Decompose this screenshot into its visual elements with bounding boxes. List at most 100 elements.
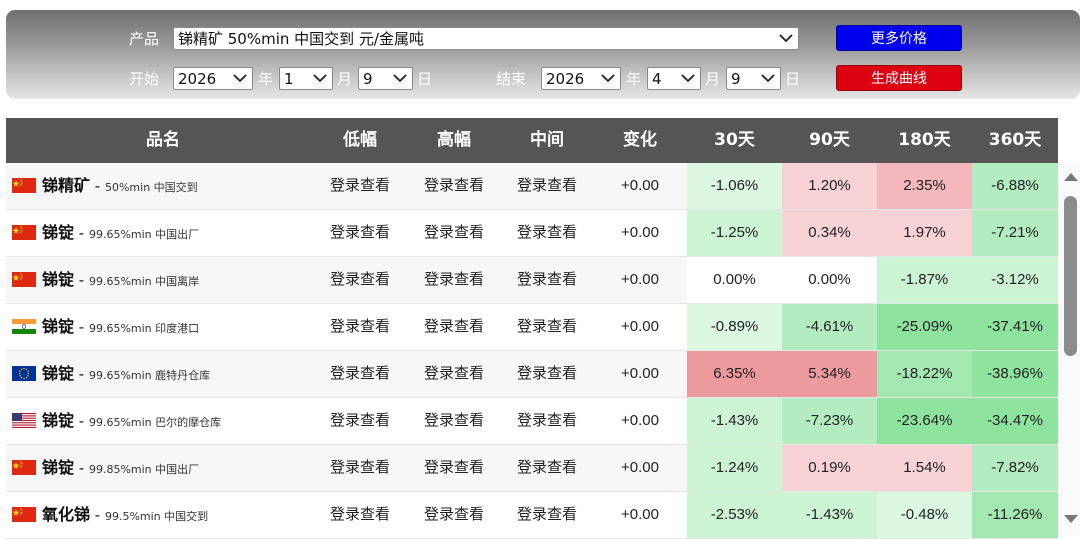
product-title: 锑锭	[42, 223, 75, 242]
change-360d-cell: -37.41%	[972, 304, 1058, 350]
separator: -	[90, 506, 105, 524]
price-low-cell[interactable]: 登录查看	[313, 445, 407, 491]
table-row: 锑锭 - 99.65%min 中国离岸 登录查看 登录查看 登录查看 +0.00 0.00…	[6, 257, 1058, 304]
separator: -	[74, 412, 89, 430]
price-mid-cell[interactable]: 登录查看	[500, 304, 594, 350]
price-high-cell[interactable]: 登录查看	[407, 398, 501, 444]
product-title: 锑锭	[42, 458, 75, 477]
start-year-select[interactable]: 2026	[173, 67, 253, 90]
change-90d-cell: -4.61%	[782, 304, 877, 350]
price-mid-cell[interactable]: 登录查看	[500, 210, 594, 256]
column-header-30d: 30天	[714, 130, 755, 150]
product-name[interactable]: 锑锭 - 99.65%min 中国离岸	[42, 257, 199, 305]
product-name-cell[interactable]: 锑锭 - 99.85%min 中国出厂	[6, 445, 306, 491]
change-360d-cell: -6.88%	[972, 163, 1058, 209]
product-name[interactable]: 锑锭 - 99.65%min 印度港口	[42, 304, 199, 352]
column-header-high: 高幅	[437, 130, 471, 150]
price-high-cell[interactable]: 登录查看	[407, 445, 501, 491]
start-label: 开始	[129, 70, 160, 88]
start-month-value: 1	[284, 70, 294, 88]
product-name[interactable]: 氧化锑 - 99.5%min 中国交到	[42, 492, 208, 540]
change-180d-cell: 1.54%	[877, 445, 972, 491]
end-year-select[interactable]: 2026	[541, 67, 621, 90]
product-name-cell[interactable]: 锑精矿 - 50%min 中国交到	[6, 163, 306, 209]
scroll-up-arrow-icon[interactable]	[1064, 173, 1078, 181]
change-90d-cell: -7.23%	[782, 398, 877, 444]
price-mid-cell[interactable]: 登录查看	[500, 257, 594, 303]
change-360d-cell: -38.96%	[972, 351, 1058, 397]
chevron-down-icon	[681, 74, 695, 83]
price-mid-cell[interactable]: 登录查看	[500, 492, 594, 538]
separator: -	[74, 365, 89, 383]
price-low-cell[interactable]: 登录查看	[313, 492, 407, 538]
table-row: 锑锭 - 99.65%min 巴尔的摩仓库 登录查看 登录查看 登录查看 +0.00 -1…	[6, 398, 1058, 445]
product-label: 产品	[129, 30, 160, 48]
product-select[interactable]: 锑精矿 50%min 中国交到 元/金属吨	[173, 27, 799, 50]
product-name-cell[interactable]: 锑锭 - 99.65%min 中国离岸	[6, 257, 306, 303]
change-180d-cell: 2.35%	[877, 163, 972, 209]
end-month-select[interactable]: 4	[647, 67, 701, 90]
product-name[interactable]: 锑精矿 - 50%min 中国交到	[42, 163, 198, 211]
price-mid-cell[interactable]: 登录查看	[500, 445, 594, 491]
scrollbar-thumb[interactable]	[1064, 196, 1077, 356]
price-high-cell[interactable]: 登录查看	[407, 210, 501, 256]
price-high-cell[interactable]: 登录查看	[407, 351, 501, 397]
end-day-select[interactable]: 9	[726, 67, 781, 90]
start-day-select[interactable]: 9	[358, 67, 413, 90]
change-360d-cell: -3.12%	[972, 257, 1058, 303]
chevron-down-icon	[313, 74, 327, 83]
price-low-cell[interactable]: 登录查看	[313, 398, 407, 444]
product-name[interactable]: 锑锭 - 99.65%min 鹿特丹仓库	[42, 351, 210, 399]
change-30d-cell: 6.35%	[687, 351, 782, 397]
product-spec: 99.65%min 中国离岸	[88, 275, 200, 288]
price-high-cell[interactable]: 登录查看	[407, 304, 501, 350]
product-title: 锑锭	[42, 270, 75, 289]
price-mid-cell[interactable]: 登录查看	[500, 351, 594, 397]
price-low-cell[interactable]: 登录查看	[313, 210, 407, 256]
product-name-cell[interactable]: 锑锭 - 99.65%min 巴尔的摩仓库	[6, 398, 306, 444]
usa-flag-icon	[12, 413, 36, 428]
start-month-unit: 月	[337, 70, 353, 88]
product-name-cell[interactable]: 锑锭 - 99.65%min 印度港口	[6, 304, 306, 350]
change-360d-cell: -7.82%	[972, 445, 1058, 491]
product-name[interactable]: 锑锭 - 99.65%min 中国出厂	[42, 210, 199, 258]
product-name[interactable]: 锑锭 - 99.85%min 中国出厂	[42, 445, 199, 493]
generate-curve-button[interactable]: 生成曲线	[836, 65, 962, 91]
table-row: 锑精矿 - 50%min 中国交到 登录查看 登录查看 登录查看 +0.00 -1.06%…	[6, 163, 1058, 210]
price-high-cell[interactable]: 登录查看	[407, 163, 501, 209]
scroll-down-arrow-icon[interactable]	[1064, 515, 1078, 523]
start-day-value: 9	[363, 70, 373, 88]
start-month-select[interactable]: 1	[279, 67, 333, 90]
price-high-cell[interactable]: 登录查看	[407, 257, 501, 303]
price-low-cell[interactable]: 登录查看	[313, 351, 407, 397]
change-cell: +0.00	[621, 365, 659, 382]
chevron-down-icon	[393, 74, 407, 83]
more-prices-button[interactable]: 更多价格	[836, 25, 962, 51]
price-high-cell[interactable]: 登录查看	[407, 492, 501, 538]
product-title: 锑精矿	[42, 176, 91, 195]
product-select-value: 锑精矿 50%min 中国交到 元/金属吨	[178, 30, 424, 48]
product-name-cell[interactable]: 锑锭 - 99.65%min 鹿特丹仓库	[6, 351, 306, 397]
change-cell: +0.00	[621, 318, 659, 335]
change-30d-cell: 0.00%	[687, 257, 782, 303]
change-360d-cell: -11.26%	[972, 492, 1058, 538]
price-low-cell[interactable]: 登录查看	[313, 163, 407, 209]
product-title: 锑锭	[42, 411, 75, 430]
product-spec: 99.65%min 巴尔的摩仓库	[88, 416, 222, 429]
change-90d-cell: 0.34%	[782, 210, 877, 256]
product-name[interactable]: 锑锭 - 99.65%min 巴尔的摩仓库	[42, 398, 221, 446]
change-30d-cell: -1.06%	[687, 163, 782, 209]
product-title: 锑锭	[42, 317, 75, 336]
price-low-cell[interactable]: 登录查看	[313, 257, 407, 303]
price-mid-cell[interactable]: 登录查看	[500, 163, 594, 209]
product-name-cell[interactable]: 氧化锑 - 99.5%min 中国交到	[6, 492, 306, 538]
table-header: 品名 低幅 高幅 中间 变化 30天 90天 180天 360天	[6, 118, 1058, 163]
price-mid-cell[interactable]: 登录查看	[500, 398, 594, 444]
change-180d-cell: -23.64%	[877, 398, 972, 444]
change-180d-cell: -0.48%	[877, 492, 972, 538]
china-flag-icon	[12, 272, 36, 287]
vertical-scrollbar[interactable]	[1061, 163, 1080, 536]
product-name-cell[interactable]: 锑锭 - 99.65%min 中国出厂	[6, 210, 306, 256]
table-row: 锑锭 - 99.65%min 印度港口 登录查看 登录查看 登录查看 +0.00 -0.8…	[6, 304, 1058, 351]
price-low-cell[interactable]: 登录查看	[313, 304, 407, 350]
